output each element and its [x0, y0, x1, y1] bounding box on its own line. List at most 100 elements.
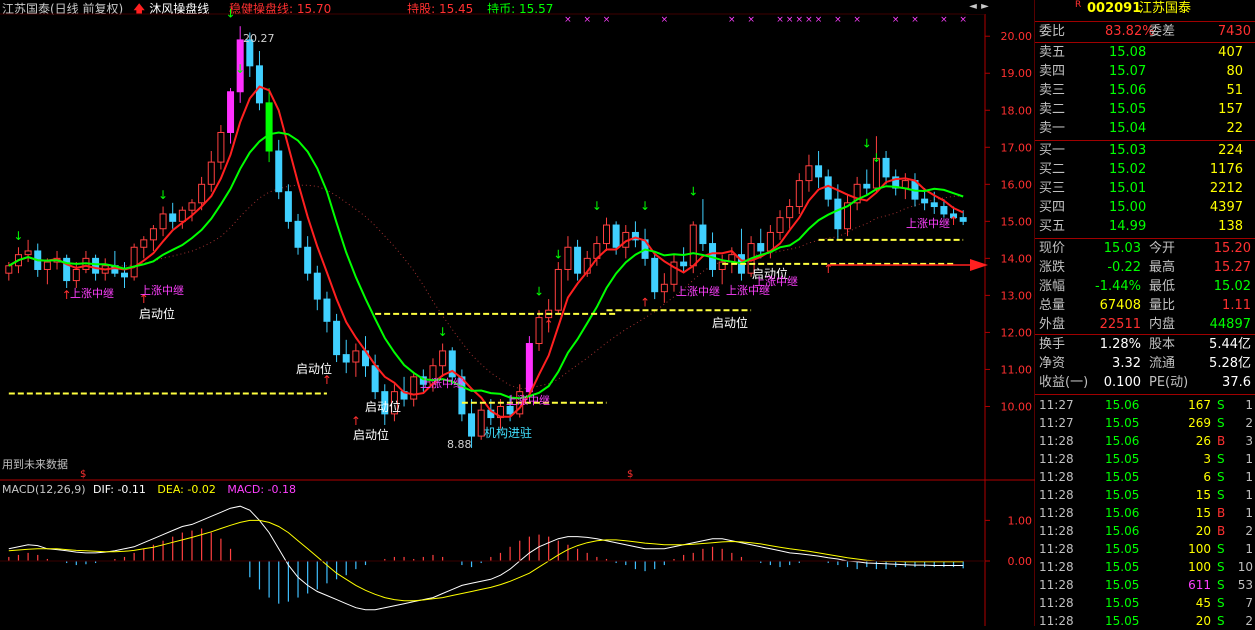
candle-body [188, 202, 196, 211]
price-axis-label: 18.00 [1001, 104, 1033, 117]
sell-arrow-icon: ↓ [871, 151, 881, 165]
fundamental-value: 37.6 [1222, 375, 1251, 390]
ask-row: 卖三 15.06 51 [1035, 82, 1255, 100]
candle-body [265, 102, 273, 152]
fundamental-value: 5.44亿 [1209, 337, 1251, 352]
sell-arrow-icon: ↓ [158, 188, 168, 202]
tick-side: S [1217, 488, 1225, 502]
top-marker: × [564, 15, 572, 25]
bid-label: 买二 [1039, 162, 1066, 177]
ask-row: 卖二 15.05 157 [1035, 101, 1255, 119]
r-badge: R [1075, 0, 1082, 10]
scroll-right-button[interactable]: ► [978, 0, 992, 14]
tick-count: 2 [1245, 416, 1253, 430]
stat-label: 今开 [1149, 241, 1176, 256]
ask-volume: 157 [1218, 102, 1243, 117]
sell-arrow-icon: ↓ [13, 229, 23, 243]
candle-body [5, 265, 13, 274]
candle-body [313, 272, 321, 300]
candle-body [815, 165, 823, 178]
sell-arrow-icon: ↓ [438, 325, 448, 339]
stock-name: 江苏国泰 [1139, 1, 1192, 16]
candle-body [824, 176, 832, 200]
candle-body [863, 183, 871, 189]
tick-side: S [1217, 596, 1225, 610]
fundamental-label: 净资 [1039, 356, 1066, 371]
tick-side: S [1217, 614, 1225, 628]
macd-value: -0.18 [267, 483, 296, 496]
tick-time: 11:28 [1039, 596, 1074, 610]
stat-label: 总量 [1039, 298, 1066, 313]
candle-body [178, 209, 186, 222]
tick-time: 11:28 [1039, 560, 1074, 574]
candle-body [159, 213, 167, 230]
sell-arrow-icon: ↓ [235, 62, 245, 76]
candle-body [612, 224, 620, 248]
ask-row: 卖五 15.08 407 [1035, 44, 1255, 62]
top-marker: × [815, 15, 823, 25]
tick-volume: 3 [1203, 452, 1211, 466]
candle-body [169, 213, 177, 222]
candle-body [689, 224, 697, 267]
tick-row: 11:28 15.05 20 S 2 [1035, 612, 1255, 630]
candle-body [342, 354, 350, 363]
tick-count: 1 [1245, 506, 1253, 520]
signal-label: 上涨中继 [676, 285, 720, 298]
top-marker: × [911, 15, 919, 25]
tick-count: 1 [1245, 542, 1253, 556]
stat-value: 44897 [1209, 317, 1251, 332]
tick-row: 11:28 15.05 15 S 1 [1035, 486, 1255, 504]
stat-label: 涨跌 [1039, 260, 1066, 275]
tick-row: 11:28 15.05 3 S 1 [1035, 450, 1255, 468]
stat-value: 15.20 [1213, 241, 1251, 256]
ask-price: 15.07 [1109, 64, 1147, 79]
tick-count: 53 [1237, 578, 1253, 592]
ask-volume: 51 [1226, 83, 1243, 98]
signal-label: 启动位 [353, 428, 390, 442]
ask-price: 15.04 [1109, 121, 1147, 136]
diff-label: 委差 [1149, 24, 1176, 39]
stat-label: 量比 [1149, 298, 1176, 313]
bid-label: 买五 [1039, 219, 1066, 234]
fundamental-row: 收益(一) 0.100 PE(动) 37.6 [1035, 374, 1255, 392]
top-marker: × [776, 15, 784, 25]
candle-body [198, 183, 206, 204]
ask-volume: 22 [1226, 121, 1243, 136]
price-axis-label: 17.00 [1001, 141, 1033, 154]
candle-body [525, 343, 533, 393]
tick-time: 11:28 [1039, 488, 1074, 502]
bid-price: 15.02 [1109, 162, 1147, 177]
fundamental-label: 收益(一) [1039, 375, 1089, 390]
candle-body [284, 191, 292, 222]
stat-row: 涨幅 -1.44% 最低 15.02 [1035, 278, 1255, 296]
fundamental-value: 0.100 [1103, 375, 1141, 390]
dea-label: DEA: [157, 483, 188, 496]
fundamental-label: 股本 [1149, 337, 1176, 352]
candle-body [660, 283, 668, 293]
tick-price: 15.05 [1105, 416, 1140, 430]
tick-volume: 45 [1195, 596, 1211, 610]
macd-name: MACD(12,26,9) [2, 483, 86, 496]
bid-row: 买三 15.01 2212 [1035, 180, 1255, 198]
top-marker: × [796, 15, 804, 25]
candle-body [776, 217, 784, 233]
bid-price: 15.03 [1109, 143, 1147, 158]
candle-body [651, 257, 659, 293]
candle-body [207, 161, 215, 185]
price-axis-label: 16.00 [1001, 178, 1033, 191]
tick-side: S [1217, 470, 1225, 484]
tick-price: 15.05 [1105, 452, 1140, 466]
candle-body [371, 365, 379, 393]
quote-title-row: R 002091 江苏国泰 [1035, 0, 1255, 20]
candle-body [72, 268, 80, 282]
price-axis-label: 12.00 [1001, 326, 1033, 339]
fundamental-value: 5.28亿 [1209, 356, 1251, 371]
bid-row: 买二 15.02 1176 [1035, 161, 1255, 179]
price-axis-label: 20.00 [1001, 30, 1033, 43]
ask-label: 卖四 [1039, 64, 1066, 79]
stat-value: 1.11 [1222, 298, 1251, 313]
candle-body [92, 257, 100, 274]
diff-value: 7430 [1217, 24, 1251, 39]
ratio-label: 委比 [1039, 24, 1066, 39]
candle-body [834, 198, 842, 230]
